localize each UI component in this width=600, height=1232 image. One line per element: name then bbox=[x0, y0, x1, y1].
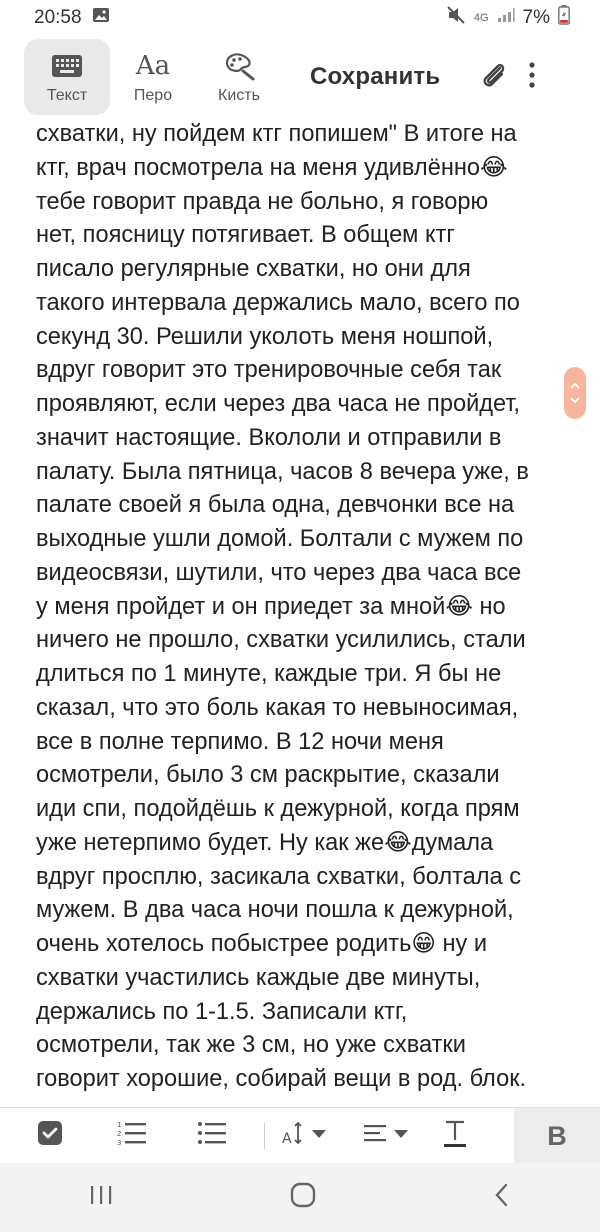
gallery-notification-icon bbox=[92, 7, 110, 29]
note-line: палате своей я была одна, девчонки все н… bbox=[36, 492, 515, 519]
tool-pen-label: Перо bbox=[133, 87, 173, 104]
note-line: писало регулярные схватки, но они для bbox=[36, 256, 471, 282]
network-type-label: 4G bbox=[473, 11, 489, 24]
tool-text-label: Текст bbox=[46, 87, 88, 104]
note-line: говорит хорошие, собирай вещи в род. бло… bbox=[36, 1066, 527, 1092]
back-icon[interactable] bbox=[492, 1182, 512, 1213]
note-line: схватки участились каждые две минуты, bbox=[36, 964, 481, 991]
tool-pen[interactable]: Aa Перо bbox=[110, 39, 196, 115]
more-options-icon[interactable] bbox=[528, 61, 536, 94]
note-line: тебе говорит правда не больно, я говорю bbox=[36, 188, 489, 215]
bullet-list-icon bbox=[197, 1120, 227, 1151]
note-line: секунд 30. Решили уколоть меня ношпой, bbox=[36, 323, 494, 350]
attach-icon[interactable] bbox=[480, 60, 508, 95]
note-line: видеосвязи, шутили, что через два часа в… bbox=[36, 559, 522, 586]
system-nav-bar bbox=[0, 1163, 600, 1232]
status-bar: 20:58 4G 7% bbox=[0, 0, 600, 36]
note-line: нет, поясницу потягивает. В общем ктг bbox=[36, 222, 455, 249]
battery-percent: 7% bbox=[522, 7, 550, 28]
note-line: осмотрели, так же 3 см, но уже схватки bbox=[36, 1032, 466, 1059]
format-toolbar: 123 A B bbox=[0, 1107, 600, 1164]
note-line: вдруг говорит это тренировочные себя так bbox=[36, 357, 502, 384]
numbered-list-button[interactable]: 123 bbox=[100, 1108, 164, 1164]
svg-text:1: 1 bbox=[117, 1121, 121, 1129]
bold-button[interactable]: B bbox=[514, 1108, 600, 1164]
note-line: очень хотелось побыстрее родить😁 ну и bbox=[36, 931, 488, 957]
note-line: схватки, ну пойдем ктг попишем" В итоге … bbox=[36, 121, 517, 147]
align-button[interactable] bbox=[348, 1108, 428, 1164]
scroll-handle[interactable] bbox=[564, 367, 586, 419]
note-line: у меня пройдет и он приедет за мной😂 но bbox=[36, 593, 506, 620]
note-line: ничего не прошло, схватки усилились, ста… bbox=[36, 627, 526, 654]
editor-toolbar: Текст Aa Перо Кисть Сохранить bbox=[0, 36, 600, 118]
text-style-icon bbox=[442, 1118, 468, 1153]
numbered-list-icon: 123 bbox=[117, 1120, 147, 1151]
font-size-button[interactable]: A bbox=[268, 1108, 348, 1164]
status-time: 20:58 bbox=[34, 7, 82, 28]
svg-text:3: 3 bbox=[117, 1139, 121, 1146]
divider bbox=[260, 1108, 268, 1164]
handwriting-icon: Aa bbox=[135, 51, 171, 81]
font-size-icon: A bbox=[282, 1119, 334, 1152]
align-left-icon bbox=[362, 1121, 414, 1150]
save-button[interactable]: Сохранить bbox=[310, 63, 440, 91]
svg-text:2: 2 bbox=[117, 1130, 121, 1138]
tool-text[interactable]: Текст bbox=[24, 39, 110, 115]
note-line: проявляют, если через два часа не пройде… bbox=[36, 391, 521, 417]
signal-icon bbox=[497, 7, 515, 29]
note-line: осмотрели, было 3 см раскрытие, сказали bbox=[36, 762, 500, 789]
note-line: палату. Была пятница, часов 8 вечера уже… bbox=[36, 458, 529, 485]
note-line: уже нетерпимо будет. Ну как же😂думала bbox=[36, 829, 494, 856]
note-body[interactable]: схватки, ну пойдем ктг попишем" В итоге … bbox=[36, 118, 566, 1108]
note-line: мужем. В два часа ночи пошла к дежурной, bbox=[36, 897, 514, 924]
battery-charging-icon bbox=[558, 5, 570, 31]
mute-icon bbox=[446, 6, 466, 30]
keyboard-icon bbox=[51, 49, 83, 83]
home-icon[interactable] bbox=[290, 1182, 316, 1213]
tool-brush[interactable]: Кисть bbox=[196, 39, 282, 115]
tool-brush-label: Кисть bbox=[218, 87, 260, 104]
note-line: все в полне терпимо. В 12 ночи меня bbox=[36, 728, 444, 755]
note-line: ктг, врач посмотрела на меня удивлённо😂 bbox=[36, 154, 508, 181]
bullet-list-button[interactable] bbox=[164, 1108, 260, 1164]
brush-icon bbox=[223, 49, 255, 83]
note-line: иди спи, подойдёшь к дежурной, когда пря… bbox=[36, 796, 520, 822]
svg-text:A: A bbox=[282, 1131, 292, 1147]
text-style-button[interactable] bbox=[428, 1108, 482, 1164]
chevron-up-icon bbox=[570, 379, 580, 393]
note-line: значит настоящие. Вкололи и отправили в bbox=[36, 424, 502, 451]
note-line: такого интервала держались мало, всего п… bbox=[36, 289, 520, 316]
note-line: длиться по 1 минуте, каждые три. Я бы не bbox=[36, 661, 502, 687]
checkbox-list-button[interactable] bbox=[0, 1108, 100, 1164]
chevron-down-icon bbox=[570, 393, 580, 407]
note-line: держались по 1-1.5. Записали ктг, bbox=[36, 998, 408, 1025]
note-line: выходные ушли домой. Болтали с мужем по bbox=[36, 526, 524, 552]
recent-apps-icon[interactable] bbox=[88, 1184, 114, 1211]
note-line: сказал, что это боль какая то невыносима… bbox=[36, 694, 519, 721]
checkbox-icon bbox=[36, 1119, 64, 1152]
note-line: вдруг просплю, засикала схватки, болтала… bbox=[36, 863, 522, 890]
